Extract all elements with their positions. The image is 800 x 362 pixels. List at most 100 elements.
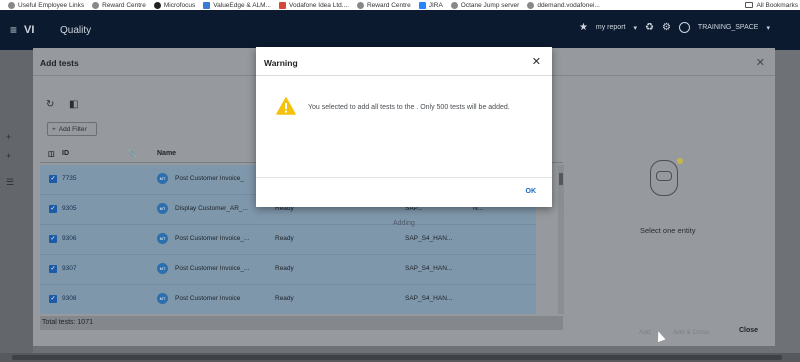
folder-icon <box>745 2 754 8</box>
manual-test-icon: MT <box>157 263 168 274</box>
bookmark-label: JIRA <box>428 1 443 9</box>
bookmark-4[interactable]: Vodafone Idea Ltd.... <box>278 1 349 9</box>
column-name[interactable]: Name <box>157 150 176 157</box>
bookmark-8[interactable]: ddemand.vodafonei... <box>527 1 600 9</box>
background-left-strip: + + ☰ <box>0 50 33 362</box>
close-button[interactable]: Close <box>739 327 758 334</box>
total-tests: Total tests: 1071 <box>40 316 563 330</box>
gmail-icon <box>278 1 286 9</box>
microfocus-icon <box>153 1 161 9</box>
row-checkbox[interactable]: ✓ <box>49 175 57 183</box>
module-title: Quality <box>60 25 92 36</box>
bookmark-label: Reward Centre <box>366 1 411 9</box>
row-checkbox[interactable]: ✓ <box>49 295 57 303</box>
bookmark-6[interactable]: JIRA <box>418 1 443 9</box>
bookmark-7[interactable]: Octane Jump server <box>450 1 519 9</box>
globe-icon <box>356 1 364 9</box>
row-id[interactable]: 7735 <box>62 175 76 182</box>
help-icon[interactable] <box>678 22 690 33</box>
row-name: Post Customer Invoice_... <box>175 265 250 272</box>
bookmark-1[interactable]: Reward Centre <box>92 1 146 9</box>
empty-state-robot-icon <box>650 158 683 196</box>
row-name: Post Customer Invoice_... <box>175 235 250 242</box>
close-icon[interactable]: ✕ <box>532 55 541 68</box>
app-logo: VI <box>24 24 35 36</box>
filter-toggle-icon[interactable]: ◧ <box>69 100 79 110</box>
row-checkbox[interactable]: ✓ <box>49 205 57 213</box>
bookmark-label: Vodafone Idea Ltd.... <box>288 1 349 9</box>
star-icon[interactable]: ★ <box>579 22 588 33</box>
add-tests-title: Add tests <box>40 58 79 68</box>
plus-icon: + <box>6 151 12 161</box>
my-report-menu[interactable]: my report <box>596 24 626 31</box>
jira-icon <box>418 1 426 9</box>
row-name: Post Customer Invoice <box>175 295 241 302</box>
row-sap: SAP_S4_HAN... <box>405 265 453 272</box>
row-name: Display Customer_AR_... <box>175 205 248 212</box>
valueedge-icon <box>203 1 211 9</box>
adding-indicator: Adding <box>393 220 415 227</box>
header-right: ★ my report ▾ ♻ ⚙ TRAINING_SPACE ▾ <box>579 22 770 33</box>
row-sap: SAP_S4_HAN... <box>405 295 453 302</box>
details-panel: Select one entity <box>600 158 740 250</box>
ok-button[interactable]: OK <box>526 188 537 195</box>
row-id[interactable]: 9308 <box>62 295 76 302</box>
manual-test-icon: MT <box>157 233 168 244</box>
globe-icon <box>8 1 15 9</box>
row-id[interactable]: 9306 <box>62 235 76 242</box>
all-bookmarks-label: All Bookmarks <box>756 1 798 9</box>
table-row[interactable]: ✓ 9308 MT Post Customer Invoice Ready SA… <box>40 285 536 314</box>
warning-message: You selected to add all tests to the . O… <box>308 104 510 111</box>
plus-icon: + <box>52 125 56 133</box>
attachment-icon: 📎 <box>128 151 137 158</box>
bookmark-5[interactable]: Reward Centre <box>356 1 411 9</box>
row-name: Post Customer Invoice_ <box>175 175 245 182</box>
bookmark-0[interactable]: Useful Employee Links <box>8 1 84 9</box>
bookmark-3[interactable]: ValueEdge & ALM... <box>203 1 271 9</box>
globe-icon <box>92 1 100 9</box>
hamburger-menu-icon[interactable]: ≡ <box>10 24 17 36</box>
bookmark-label: ddemand.vodafonei... <box>537 1 600 9</box>
gear-icon[interactable]: ⚙ <box>662 22 671 33</box>
row-status: Ready <box>275 295 294 302</box>
warning-icon <box>276 97 296 115</box>
add-filter-button[interactable]: + Add Filter <box>47 122 97 136</box>
table-row[interactable]: ✓ 9307 MT Post Customer Invoice_... Read… <box>40 255 536 285</box>
manual-test-icon: MT <box>157 173 168 184</box>
tree-icon: ☰ <box>6 177 15 187</box>
row-id[interactable]: 9305 <box>62 205 76 212</box>
bookmark-label: Microfocus <box>163 1 196 9</box>
chevron-down-icon: ▾ <box>766 24 770 32</box>
workspace-selector[interactable]: TRAINING_SPACE <box>698 24 759 31</box>
add-button[interactable]: Add <box>639 329 651 336</box>
row-status: Ready <box>275 265 294 272</box>
grid-scrollbar[interactable] <box>558 165 564 314</box>
app-header: ≡ VI Quality ★ my report ▾ ♻ ⚙ TRAINING_… <box>0 10 800 50</box>
scrollbar-thumb[interactable] <box>12 355 782 360</box>
robot-visor <box>656 171 672 181</box>
manual-test-icon: MT <box>157 203 168 214</box>
table-row[interactable]: ✓ 9306 MT Post Customer Invoice_... Read… <box>40 225 536 255</box>
bookmark-label: ValueEdge & ALM... <box>213 1 271 9</box>
close-icon[interactable]: ✕ <box>756 56 765 69</box>
robot-antenna-dot <box>677 158 683 164</box>
add-and-close-button[interactable]: Add & Close <box>673 329 709 336</box>
all-bookmarks[interactable]: All Bookmarks <box>741 0 798 10</box>
plus-icon: + <box>6 132 12 142</box>
bookmark-2[interactable]: Microfocus <box>153 1 196 9</box>
warning-divider <box>256 177 552 178</box>
page-scrollbar[interactable] <box>0 353 800 362</box>
empty-panel-text: Select one entity <box>640 226 696 235</box>
warning-header: Warning ✕ <box>256 47 552 76</box>
column-id[interactable]: ID <box>62 150 69 157</box>
notification-icon[interactable]: ♻ <box>645 22 654 33</box>
refresh-icon[interactable]: ↻ <box>46 100 56 110</box>
bookmarks-bar: Useful Employee Links Reward Centre Micr… <box>0 0 800 10</box>
manual-test-icon: MT <box>157 293 168 304</box>
scrollbar-thumb[interactable] <box>559 173 563 185</box>
row-checkbox[interactable]: ✓ <box>49 265 57 273</box>
row-id[interactable]: 9307 <box>62 265 76 272</box>
row-checkbox[interactable]: ✓ <box>49 235 57 243</box>
select-all-icon[interactable]: ◫ <box>48 150 55 158</box>
chevron-down-icon: ▾ <box>633 24 637 32</box>
